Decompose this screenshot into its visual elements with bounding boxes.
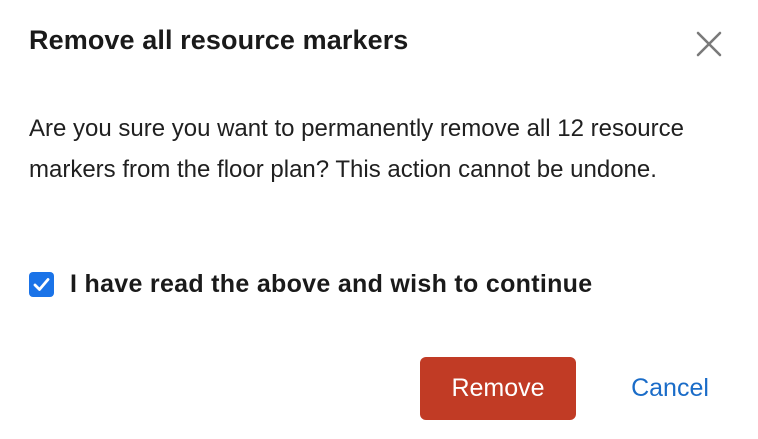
dialog-title: Remove all resource markers [29, 25, 409, 55]
dialog-message: Are you sure you want to permanently rem… [29, 115, 684, 183]
close-icon [696, 31, 722, 57]
remove-button[interactable]: Remove [420, 357, 576, 420]
close-button[interactable] [692, 27, 726, 61]
confirm-checkbox[interactable] [29, 272, 54, 297]
cancel-button[interactable]: Cancel [608, 357, 732, 420]
checkmark-icon [33, 278, 50, 291]
confirm-checkbox-row[interactable]: I have read the above and wish to contin… [29, 270, 592, 299]
remove-markers-dialog: Remove all resource markers Are you sure… [0, 0, 758, 439]
confirm-checkbox-label[interactable]: I have read the above and wish to contin… [70, 270, 592, 299]
